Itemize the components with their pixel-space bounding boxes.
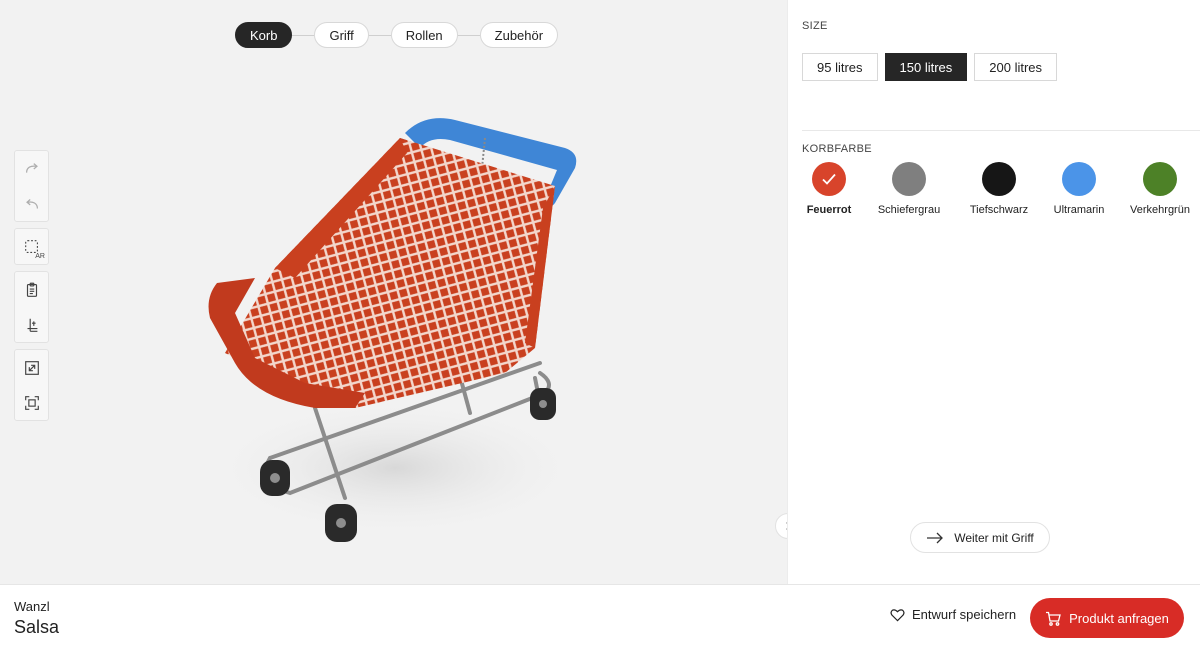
color-option-tiefschwarz[interactable]: Tiefschwarz bbox=[954, 162, 1044, 216]
clipboard-icon bbox=[26, 282, 37, 297]
step-zubehoer[interactable]: Zubehör bbox=[479, 22, 559, 48]
color-option-verkehrgruen[interactable]: Verkehrgrün bbox=[1115, 162, 1200, 216]
brand-name: Wanzl bbox=[14, 599, 50, 614]
focus-frame-icon bbox=[24, 395, 39, 410]
size-option-150[interactable]: 150 litres bbox=[884, 53, 968, 81]
shopping-cart-render[interactable] bbox=[195, 108, 595, 548]
fullscreen-button[interactable] bbox=[15, 350, 48, 385]
arrow-right-icon bbox=[927, 532, 944, 543]
step-connector bbox=[292, 34, 315, 36]
step-griff[interactable]: Griff bbox=[314, 22, 369, 48]
request-product-button[interactable]: Produkt anfragen bbox=[1030, 598, 1184, 638]
section-divider bbox=[802, 130, 1200, 131]
swatch-dot bbox=[1143, 162, 1177, 196]
viewer-toolbar: AR bbox=[14, 150, 49, 427]
request-product-label: Produkt anfragen bbox=[1069, 610, 1169, 626]
next-step-button[interactable]: Weiter mit Griff bbox=[910, 522, 1050, 553]
product-name: Salsa bbox=[14, 617, 60, 637]
size-section-title: SIZE bbox=[802, 20, 828, 32]
next-step-label: Weiter mit Griff bbox=[954, 530, 1034, 545]
size-option-95[interactable]: 95 litres bbox=[802, 53, 878, 81]
swatch-label: Ultramarin bbox=[1053, 204, 1105, 216]
ar-label: AR bbox=[35, 253, 45, 260]
color-options: Feuerrot Schiefergrau Tiefschwarz Ultram… bbox=[802, 162, 1200, 222]
swatch-dot bbox=[892, 162, 926, 196]
step-connector bbox=[457, 34, 480, 36]
save-draft-button[interactable]: Entwurf speichern bbox=[890, 607, 1016, 622]
configuration-panel: SIZE 95 litres 150 litres 200 litres KOR… bbox=[787, 0, 1200, 584]
fullscreen-icon bbox=[24, 360, 39, 375]
swatch-label: Schiefergrau bbox=[877, 204, 941, 216]
footer-bar: Wanzl Salsa Entwurf speichern Produkt an… bbox=[0, 584, 1200, 648]
swatch-label: Tiefschwarz bbox=[969, 204, 1029, 216]
swatch-label: Feuerrot bbox=[806, 204, 852, 216]
color-option-ultramarin[interactable]: Ultramarin bbox=[1034, 162, 1124, 216]
history-group bbox=[14, 150, 49, 222]
ar-group: AR bbox=[14, 228, 49, 265]
swatch-dot bbox=[1062, 162, 1096, 196]
color-section-title: KORBFARBE bbox=[802, 143, 872, 155]
size-option-200[interactable]: 200 litres bbox=[974, 53, 1058, 81]
view-group bbox=[14, 349, 49, 421]
swatch-dot bbox=[982, 162, 1016, 196]
redo-icon bbox=[25, 162, 38, 173]
size-options: 95 litres 150 litres 200 litres bbox=[802, 53, 1058, 81]
heart-icon bbox=[890, 608, 905, 621]
checkmark-icon bbox=[822, 173, 836, 185]
step-connector bbox=[368, 34, 391, 36]
undo-button[interactable] bbox=[15, 186, 48, 221]
summary-button[interactable] bbox=[15, 272, 48, 307]
ar-view-button[interactable]: AR bbox=[15, 229, 48, 264]
cart-icon bbox=[1046, 611, 1061, 626]
color-option-feuerrot[interactable]: Feuerrot bbox=[784, 162, 874, 216]
save-draft-label: Entwurf speichern bbox=[912, 607, 1017, 622]
dimensions-icon bbox=[27, 318, 37, 332]
color-option-schiefergrau[interactable]: Schiefergrau bbox=[864, 162, 954, 216]
step-rollen[interactable]: Rollen bbox=[390, 22, 458, 48]
dimensions-button[interactable] bbox=[15, 307, 48, 342]
info-group bbox=[14, 271, 49, 343]
product-viewer[interactable]: Korb Griff Rollen Zubehör AR bbox=[0, 0, 801, 584]
redo-button[interactable] bbox=[15, 151, 48, 186]
swatch-label: Verkehrgrün bbox=[1130, 204, 1190, 216]
focus-button[interactable] bbox=[15, 385, 48, 420]
step-korb[interactable]: Korb bbox=[235, 22, 293, 48]
configurator-steps: Korb Griff Rollen Zubehör bbox=[235, 22, 559, 48]
swatch-dot bbox=[812, 162, 846, 196]
undo-icon bbox=[25, 198, 38, 209]
